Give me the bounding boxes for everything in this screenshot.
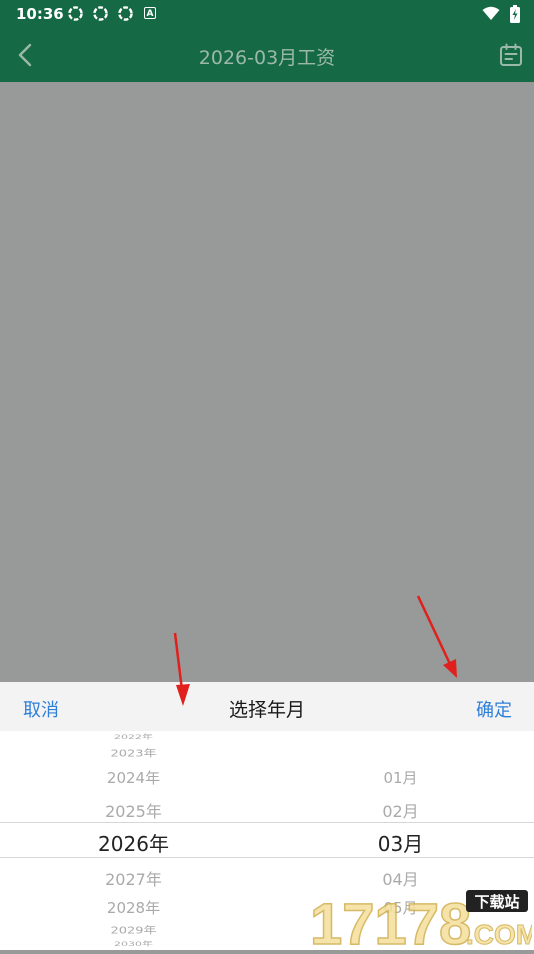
year-wheel[interactable]: 2022年 2023年 2024年 2025年 2026年 2027年 2028…	[0, 731, 267, 950]
notification-icon	[93, 6, 108, 21]
year-option[interactable]: 2023年	[0, 745, 267, 759]
battery-charging-icon	[510, 5, 520, 23]
selection-line-bottom	[0, 857, 534, 858]
month-option-selected[interactable]: 03月	[267, 828, 534, 857]
year-option[interactable]: 2030年	[0, 940, 267, 949]
modal-overlay[interactable]	[0, 82, 534, 682]
watermark-badge: 下载站	[474, 893, 519, 911]
status-bar: 10:36 A	[0, 0, 534, 28]
a-badge-icon: A	[144, 7, 156, 19]
year-option[interactable]: 2024年	[0, 767, 267, 788]
watermark-domain: .COM	[466, 919, 532, 950]
page-title: 2026-03月工资	[198, 47, 336, 69]
watermark-logo: 17178 下载站 .COM	[306, 888, 534, 954]
month-option[interactable]: 04月	[267, 866, 534, 890]
confirm-button[interactable]: 确定	[476, 696, 512, 722]
app-bar: 2026-03月工资	[0, 28, 534, 82]
watermark-number: 17178	[310, 892, 471, 950]
year-option[interactable]: 2027年	[0, 866, 267, 890]
notification-icon	[68, 6, 83, 21]
wifi-icon	[482, 6, 500, 20]
year-option[interactable]: 2022年	[0, 733, 267, 742]
year-option[interactable]: 2029年	[0, 922, 267, 936]
year-option[interactable]: 2028年	[0, 897, 267, 918]
status-time: 10:36	[16, 5, 64, 23]
calendar-icon[interactable]	[498, 42, 524, 68]
year-option-selected[interactable]: 2026年	[0, 828, 267, 857]
year-option[interactable]: 2025年	[0, 798, 267, 822]
month-option[interactable]: 01月	[267, 767, 534, 788]
watermark-logo-graphic: 17178 下载站 .COM	[309, 890, 534, 954]
notification-icon	[118, 6, 133, 21]
selection-line-top	[0, 822, 534, 823]
picker-title: 选择年月	[228, 699, 305, 721]
picker-header: 取消 选择年月 确定	[0, 682, 534, 731]
month-option[interactable]: 02月	[267, 798, 534, 822]
